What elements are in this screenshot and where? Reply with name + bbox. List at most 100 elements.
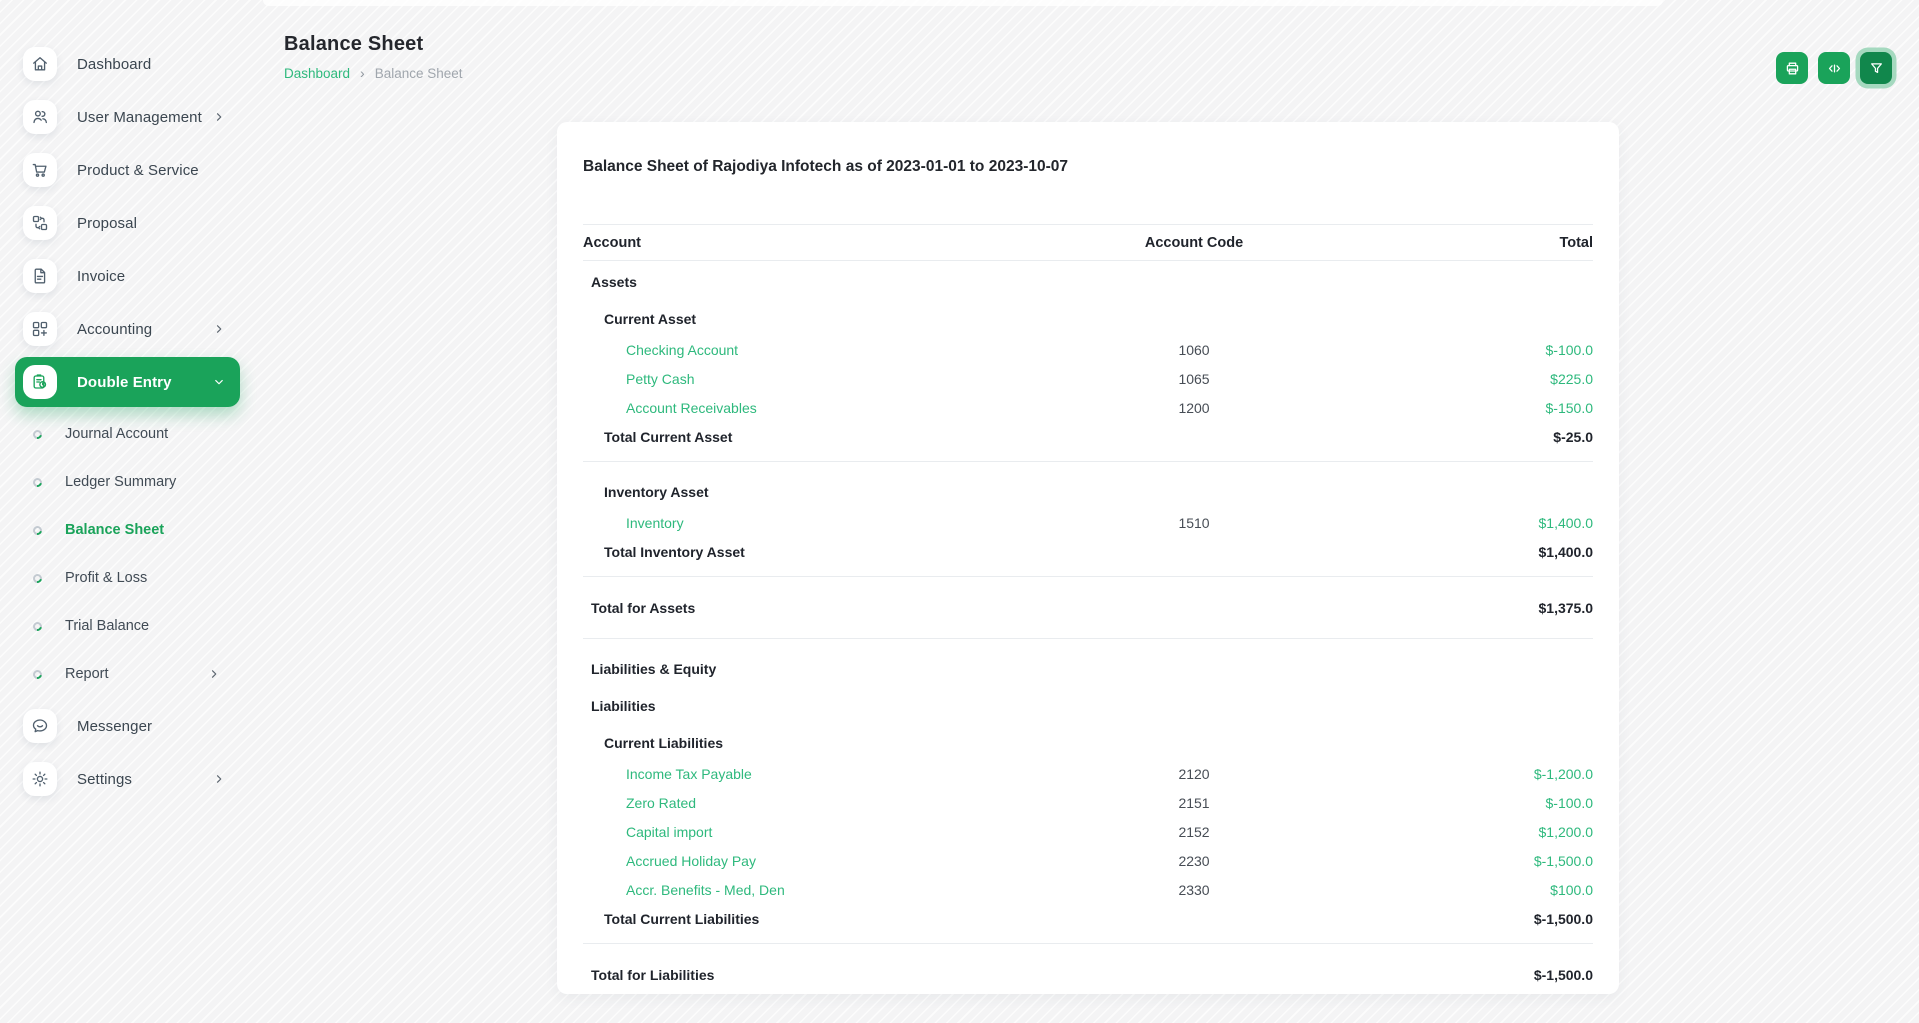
- printer-icon: [1784, 60, 1801, 77]
- sidebar-item-settings[interactable]: Settings: [15, 754, 240, 804]
- invoice-icon: [23, 259, 57, 293]
- table-body: AssetsCurrent AssetChecking Account1060$…: [583, 261, 1593, 994]
- breadcrumb-current: Balance Sheet: [375, 66, 463, 81]
- sidebar-item-messenger[interactable]: Messenger: [15, 701, 240, 751]
- table-row-capital-import: Capital import2152$1,200.0: [583, 817, 1593, 846]
- filter-icon: [1868, 60, 1885, 77]
- accounting-icon: [23, 312, 57, 346]
- total-cell: $-1,500.0: [1340, 967, 1593, 983]
- sidebar-item-double-entry[interactable]: Double Entry: [15, 357, 240, 407]
- sidebar-subitem-report[interactable]: Report: [0, 650, 245, 698]
- sidebar-item-label: Double Entry: [77, 374, 212, 391]
- table-row-petty-cash: Petty Cash1065$225.0: [583, 364, 1593, 393]
- account-link[interactable]: Accr. Benefits - Med, Den: [626, 882, 785, 898]
- messenger-icon: [23, 709, 57, 743]
- sidebar-bottom-nav: Messenger Settings: [0, 701, 245, 804]
- table-row-income-tax-payable: Income Tax Payable2120$-1,200.0: [583, 759, 1593, 788]
- table-row-current-liabilities: Current Liabilities: [583, 722, 1593, 759]
- sidebar-item-dashboard[interactable]: Dashboard: [15, 39, 240, 89]
- sidebar: Dashboard User Management Product & Servic…: [0, 0, 245, 1023]
- sidebar-subitem-label: Report: [65, 666, 207, 682]
- account-link[interactable]: Account Receivables: [626, 400, 757, 416]
- print-button[interactable]: [1776, 52, 1808, 84]
- sidebar-item-invoice[interactable]: Invoice: [15, 251, 240, 301]
- table-section-divider: [583, 576, 1593, 577]
- account-link[interactable]: Inventory: [626, 515, 684, 531]
- chevron-right-icon: [212, 772, 226, 786]
- account-link[interactable]: Income Tax Payable: [626, 766, 752, 782]
- balance-sheet-table: Account Account Code Total Assets Current…: [583, 224, 1593, 994]
- code-icon: [1826, 60, 1843, 77]
- table-row-liabilities-and-equity: Liabilities & Equity: [583, 648, 1593, 685]
- table-row-total-inventory-asset: Total Inventory Asset $1,400.0: [583, 537, 1593, 567]
- account-cell: Current Asset: [583, 311, 1048, 327]
- account-cell: Assets: [583, 274, 1048, 290]
- toggle-view-button[interactable]: [1818, 52, 1850, 84]
- account-link[interactable]: Zero Rated: [626, 795, 696, 811]
- chevron-down-icon: [212, 375, 226, 389]
- account-link[interactable]: Checking Account: [626, 342, 738, 358]
- sidebar-item-product-and-service[interactable]: Product & Service: [15, 145, 240, 195]
- settings-icon: [23, 762, 57, 796]
- account-cell: Checking Account: [583, 342, 1048, 358]
- sidebar-subitem-label: Ledger Summary: [65, 474, 245, 490]
- sidebar-item-label: Messenger: [77, 718, 240, 735]
- chevron-right-icon: [207, 667, 221, 681]
- report-title: Balance Sheet of Rajodiya Infotech as of…: [583, 158, 1593, 176]
- account-link[interactable]: Petty Cash: [626, 371, 694, 387]
- sidebar-item-proposal[interactable]: Proposal: [15, 198, 240, 248]
- submenu-bullet-icon: [31, 668, 44, 681]
- table-row-accrued-holiday-pay: Accrued Holiday Pay2230$-1,500.0: [583, 846, 1593, 875]
- sidebar-subitem-profit-and-loss[interactable]: Profit & Loss: [0, 554, 245, 602]
- table-row-total-current-asset: Total Current Asset$-25.0: [583, 422, 1593, 452]
- sidebar-subitem-trial-balance[interactable]: Trial Balance: [0, 602, 245, 650]
- account-code-cell: 1200: [1048, 400, 1341, 416]
- table-row-current-asset: Current Asset: [583, 298, 1593, 335]
- sidebar-item-label: User Management: [77, 109, 212, 126]
- account-cell: Petty Cash: [583, 371, 1048, 387]
- sidebar-subitem-ledger-summary[interactable]: Ledger Summary: [0, 458, 245, 506]
- submenu-bullet-icon: [31, 524, 44, 537]
- account-cell: Capital import: [583, 824, 1048, 840]
- account-cell: Zero Rated: [583, 795, 1048, 811]
- total-cell: $1,400.0: [1340, 515, 1593, 531]
- account-cell: Current Liabilities: [583, 735, 1048, 751]
- table-row-accr-benefits-med-den: Accr. Benefits - Med, Den2330$100.0: [583, 875, 1593, 904]
- total-cell: $100.0: [1340, 882, 1593, 898]
- sidebar-subitem-label: Journal Account: [65, 426, 245, 442]
- page-header: Balance Sheet Dashboard › Balance Sheet: [284, 33, 463, 81]
- chevron-right-icon: [212, 110, 226, 124]
- sidebar-subitem-label: Balance Sheet: [65, 522, 245, 538]
- sidebar-subitem-balance-sheet[interactable]: Balance Sheet: [0, 506, 245, 554]
- total-cell: $-150.0: [1340, 400, 1593, 416]
- table-row-liabilities: Liabilities: [583, 685, 1593, 722]
- submenu-bullet-icon: [31, 428, 44, 441]
- total-cell: $1,400.0: [1340, 544, 1593, 560]
- sidebar-item-label: Proposal: [77, 215, 240, 232]
- table-header-row: Account Account Code Total: [583, 224, 1593, 261]
- account-cell: Accr. Benefits - Med, Den: [583, 882, 1048, 898]
- table-section-divider: [583, 638, 1593, 639]
- report-toolbar: [1776, 52, 1892, 84]
- account-cell: Total Inventory Asset: [583, 544, 1048, 560]
- table-section-divider: [583, 943, 1593, 944]
- sidebar-item-label: Accounting: [77, 321, 212, 338]
- account-code-cell: 2120: [1048, 766, 1341, 782]
- submenu-bullet-icon: [31, 572, 44, 585]
- account-cell: Accrued Holiday Pay: [583, 853, 1048, 869]
- filter-button[interactable]: [1860, 52, 1892, 84]
- account-link[interactable]: Capital import: [626, 824, 712, 840]
- breadcrumb-dashboard-link[interactable]: Dashboard: [284, 66, 350, 81]
- account-link[interactable]: Accrued Holiday Pay: [626, 853, 756, 869]
- sidebar-item-accounting[interactable]: Accounting: [15, 304, 240, 354]
- sidebar-main-nav: Dashboard User Management Product & Servic…: [0, 39, 245, 407]
- sidebar-subitem-journal-account[interactable]: Journal Account: [0, 410, 245, 458]
- total-cell: $-100.0: [1340, 795, 1593, 811]
- total-cell: $-1,500.0: [1340, 911, 1593, 927]
- sidebar-item-user-management[interactable]: User Management: [15, 92, 240, 142]
- users-icon: [23, 100, 57, 134]
- sidebar-item-label: Dashboard: [77, 56, 240, 73]
- account-cell: Income Tax Payable: [583, 766, 1048, 782]
- table-section-divider: [583, 461, 1593, 462]
- account-cell: Liabilities & Equity: [583, 661, 1048, 677]
